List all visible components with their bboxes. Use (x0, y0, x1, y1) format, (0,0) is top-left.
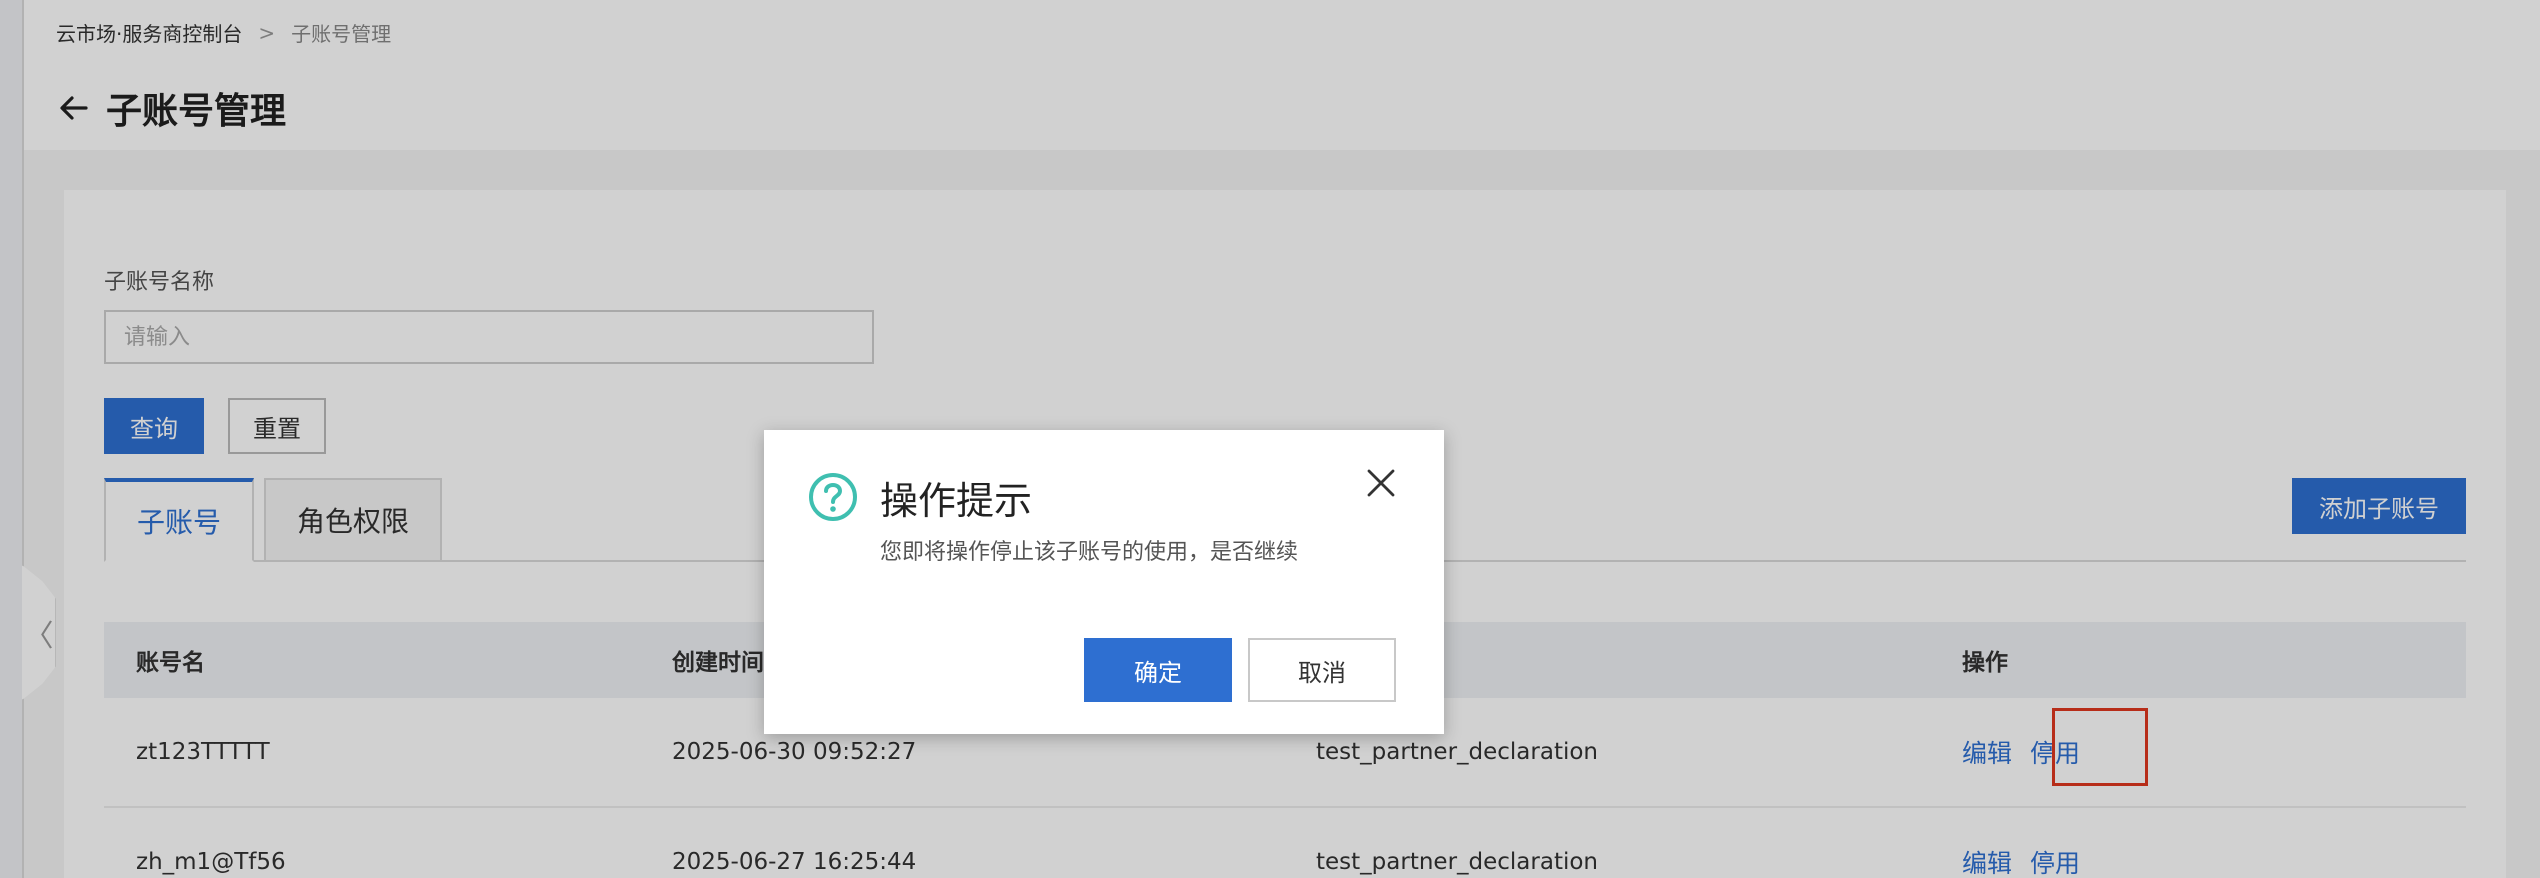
confirm-dialog: 操作提示 您即将操作停止该子账号的使用，是否继续 确定 取消 (764, 430, 1444, 734)
close-icon[interactable] (1364, 466, 1398, 500)
app-root: 云市场·服务商控制台 > 子账号管理 子账号管理 子账号名称 查询 重置 子账号… (0, 0, 2540, 878)
confirm-button[interactable]: 确定 (1084, 638, 1232, 702)
question-circle-icon (809, 473, 857, 521)
cancel-button[interactable]: 取消 (1248, 638, 1396, 702)
dialog-message: 您即将操作停止该子账号的使用，是否继续 (880, 540, 1299, 565)
dialog-title: 操作提示 (880, 479, 1033, 523)
